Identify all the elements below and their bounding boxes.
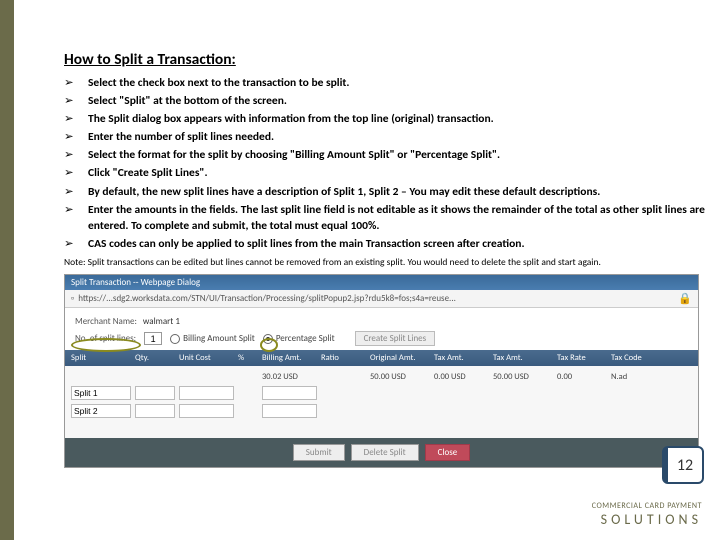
- radio-icon: [170, 334, 180, 344]
- col-header: Original Amt.: [370, 353, 430, 363]
- table-row: 30.02 USD 50.00 USD 0.00 USD 50.00 USD 0…: [71, 370, 692, 384]
- billing-input[interactable]: [262, 386, 317, 400]
- table-body: 30.02 USD 50.00 USD 0.00 USD 50.00 USD 0…: [65, 366, 698, 438]
- cell: N.ad: [611, 372, 661, 382]
- dialog-titlebar: Split Transaction -- Webpage Dialog: [65, 275, 698, 290]
- url-text: https://...sdg2.worksdata.com/STN/UI/Tra…: [78, 293, 674, 304]
- step-item: Enter the number of split lines needed.: [64, 129, 708, 145]
- page-title: How to Split a Transaction:: [64, 50, 708, 69]
- qty-input[interactable]: [135, 404, 175, 418]
- qty-input[interactable]: [135, 386, 175, 400]
- split-name-input[interactable]: [71, 404, 131, 418]
- step-item: Select the format for the split by choos…: [64, 147, 708, 163]
- table-header: Split Qty. Unit Cost % Billing Amt. Rati…: [65, 350, 698, 366]
- nlines-input[interactable]: [144, 332, 162, 345]
- cell: 0.00 USD: [434, 372, 489, 382]
- split-name-input[interactable]: [71, 386, 131, 400]
- unitcost-input[interactable]: [179, 386, 234, 400]
- cell: 0.00: [557, 372, 607, 382]
- step-item: Click "Create Split Lines".: [64, 165, 708, 181]
- highlight-circle: [71, 338, 141, 352]
- col-header: Qty.: [135, 353, 175, 363]
- table-row: [71, 402, 692, 420]
- radio-label: Billing Amount Split: [183, 333, 255, 344]
- submit-button[interactable]: Submit: [293, 444, 345, 461]
- step-item: By default, the new split lines have a d…: [64, 184, 708, 200]
- billing-input[interactable]: [262, 404, 317, 418]
- delete-split-button[interactable]: Delete Split: [351, 444, 419, 461]
- col-header: Split: [71, 353, 131, 363]
- col-header: Tax Rate: [557, 353, 607, 363]
- highlight-circle: [260, 338, 278, 352]
- step-item: Select "Split" at the bottom of the scre…: [64, 93, 708, 109]
- brand-small: COMMERCIAL CARD PAYMENT: [592, 501, 702, 511]
- merchant-value: walmart 1: [143, 316, 180, 327]
- page-number-badge: 12: [662, 446, 704, 484]
- step-item: Enter the amounts in the fields. The las…: [64, 202, 708, 234]
- merchant-label: Merchant Name:: [75, 316, 137, 327]
- url-bar: ▫ https://...sdg2.worksdata.com/STN/UI/T…: [65, 290, 698, 308]
- page-icon: ▫: [71, 293, 74, 304]
- radio-label: Percentage Split: [276, 333, 335, 344]
- button-bar: Submit Delete Split Close: [65, 438, 698, 467]
- step-item: CAS codes can only be applied to split l…: [64, 236, 708, 252]
- col-header: Ratio: [321, 353, 366, 363]
- screenshot-embed: Split Transaction -- Webpage Dialog ▫ ht…: [64, 274, 699, 468]
- brand-big: SOLUTIONS: [592, 511, 702, 528]
- step-item: Select the check box next to the transac…: [64, 75, 708, 91]
- footer-brand: COMMERCIAL CARD PAYMENT SOLUTIONS: [592, 501, 702, 528]
- col-header: Tax Amt.: [434, 353, 489, 363]
- steps-list: Select the check box next to the transac…: [64, 75, 708, 252]
- form-area: Merchant Name: walmart 1 No. of split li…: [65, 308, 698, 350]
- note-text: Note: Split transactions can be edited b…: [64, 256, 708, 268]
- lock-icon: 🔒: [678, 292, 692, 305]
- col-header: Unit Cost: [179, 353, 234, 363]
- col-header: Billing Amt.: [262, 353, 317, 363]
- col-header: Tax Code: [611, 353, 661, 363]
- create-split-lines-button[interactable]: Create Split Lines: [355, 331, 436, 346]
- step-item: The Split dialog box appears with inform…: [64, 111, 708, 127]
- cell: 50.00 USD: [370, 372, 430, 382]
- table-row: [71, 384, 692, 402]
- close-button[interactable]: Close: [425, 444, 471, 461]
- radio-billing-split[interactable]: Billing Amount Split: [170, 333, 255, 344]
- cell: 50.00 USD: [493, 372, 553, 382]
- left-accent-stripe: [0, 0, 14, 540]
- col-header: Tax Amt.: [493, 353, 553, 363]
- col-header: %: [238, 353, 258, 363]
- unitcost-input[interactable]: [179, 404, 234, 418]
- cell: 30.02 USD: [262, 372, 317, 382]
